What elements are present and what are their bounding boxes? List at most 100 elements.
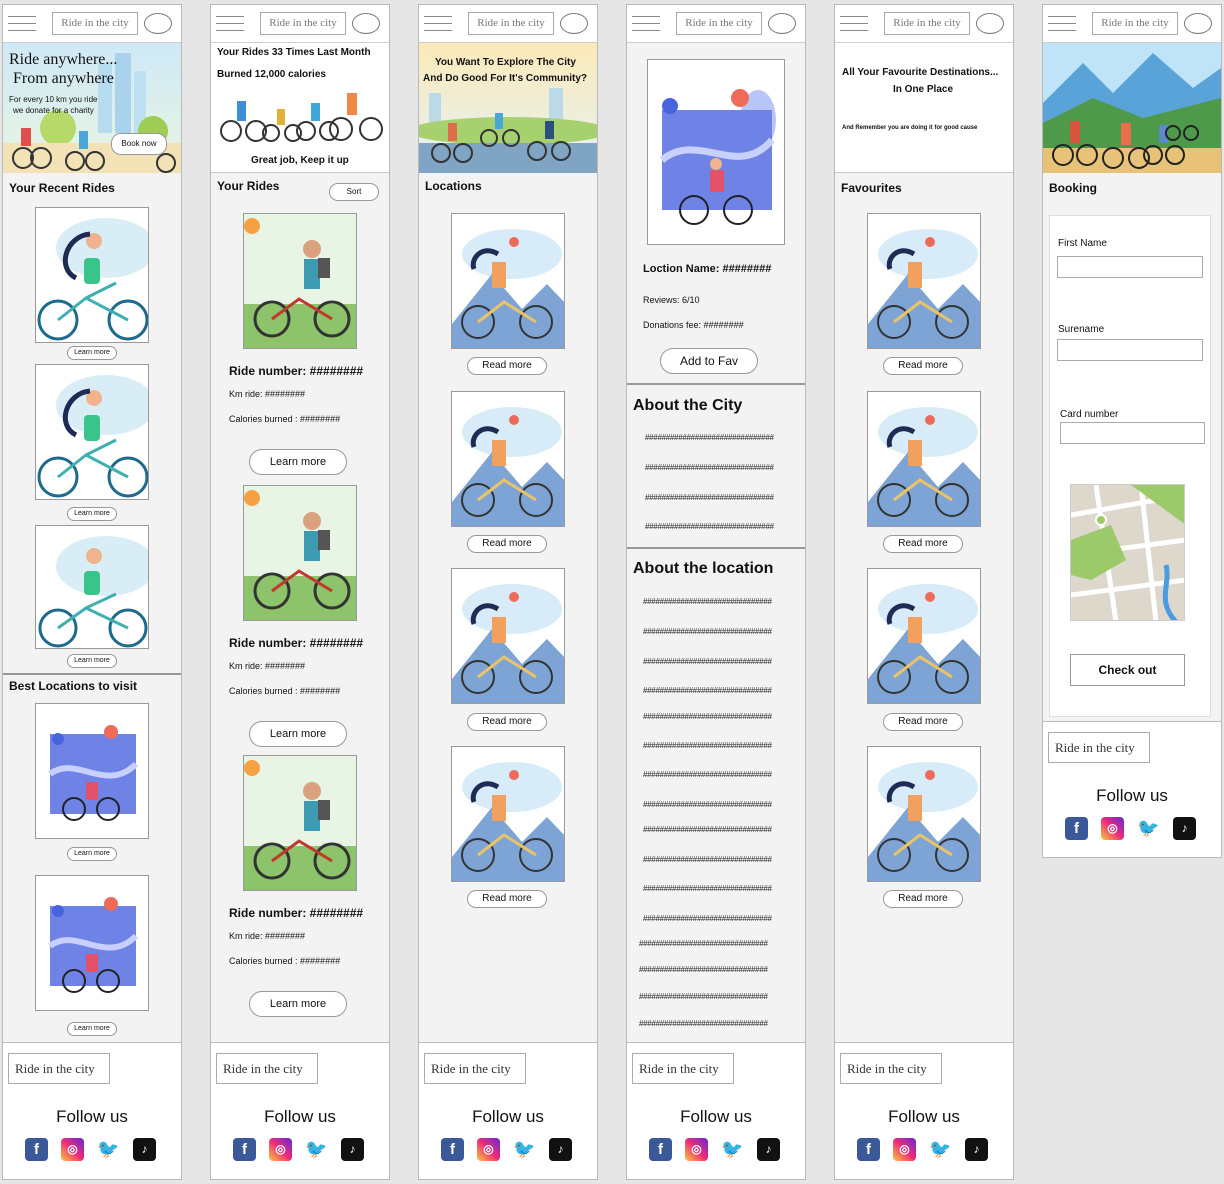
avatar[interactable]	[560, 13, 588, 34]
facebook-icon[interactable]: f	[1065, 817, 1088, 840]
sort-button[interactable]: Sort	[329, 183, 379, 201]
read-more-button[interactable]: Read more	[883, 890, 963, 908]
learn-more-button[interactable]: Learn more	[67, 1022, 117, 1036]
about-location-text: ###############################	[643, 627, 772, 636]
menu-icon[interactable]	[216, 16, 244, 31]
ride-image	[243, 213, 357, 349]
book-now-button[interactable]: Book now	[111, 133, 167, 155]
twitter-icon[interactable]: 🐦	[513, 1138, 536, 1161]
ride-number: Ride number: ########	[229, 906, 364, 920]
hero-subtitle-2: we donate for a charity	[13, 106, 94, 115]
facebook-icon[interactable]: f	[233, 1138, 256, 1161]
nav-brand[interactable]: Ride in the city	[676, 12, 762, 35]
nav-brand[interactable]: Ride in the city	[260, 12, 346, 35]
surname-label: Surename	[1058, 324, 1105, 335]
footer-brand[interactable]: Ride in the city	[840, 1053, 942, 1084]
surname-input[interactable]	[1057, 339, 1203, 361]
tiktok-icon[interactable]: ♪	[757, 1138, 780, 1161]
about-city-title: About the City	[633, 397, 743, 414]
tiktok-icon[interactable]: ♪	[549, 1138, 572, 1161]
learn-more-button[interactable]: Learn more	[67, 507, 117, 521]
footer-brand[interactable]: Ride in the city	[8, 1053, 110, 1084]
tiktok-icon[interactable]: ♪	[1173, 817, 1196, 840]
screen-location-detail: Ride in the city Loction Name: ######## …	[626, 4, 806, 1180]
first-name-input[interactable]	[1057, 256, 1203, 278]
learn-more-button[interactable]: Learn more	[67, 346, 117, 360]
tiktok-icon[interactable]: ♪	[965, 1138, 988, 1161]
mountain-cyclists-illustration	[1043, 53, 1221, 173]
facebook-icon[interactable]: f	[25, 1138, 48, 1161]
footer: Ride in the city Follow us f ◎ 🐦 ♪	[419, 1042, 597, 1179]
screen-booking: Ride in the city Booking First Name Sure…	[1042, 4, 1222, 858]
instagram-icon[interactable]: ◎	[269, 1138, 292, 1161]
nav-brand[interactable]: Ride in the city	[52, 12, 138, 35]
facebook-icon[interactable]: f	[649, 1138, 672, 1161]
read-more-button[interactable]: Read more	[883, 713, 963, 731]
avatar[interactable]	[768, 13, 796, 34]
ride-image	[243, 755, 357, 891]
footer-brand[interactable]: Ride in the city	[632, 1053, 734, 1084]
navbar: Ride in the city	[419, 5, 597, 43]
checkout-button[interactable]: Check out	[1070, 654, 1185, 686]
favourite-image	[867, 746, 981, 882]
recent-ride-image	[35, 364, 149, 500]
instagram-icon[interactable]: ◎	[61, 1138, 84, 1161]
menu-icon[interactable]	[632, 16, 660, 31]
instagram-icon[interactable]: ◎	[685, 1138, 708, 1161]
read-more-button[interactable]: Read more	[467, 890, 547, 908]
nav-brand[interactable]: Ride in the city	[1092, 12, 1178, 35]
learn-more-button[interactable]: Learn more	[249, 991, 347, 1017]
avatar[interactable]	[144, 13, 172, 34]
social-links: f ◎ 🐦 ♪	[233, 1138, 373, 1162]
about-location-text: ###############################	[643, 741, 772, 750]
map-cyclist-illustration	[48, 897, 139, 993]
read-more-button[interactable]: Read more	[883, 357, 963, 375]
twitter-icon[interactable]: 🐦	[97, 1138, 120, 1161]
nav-brand[interactable]: Ride in the city	[468, 12, 554, 35]
footer-brand[interactable]: Ride in the city	[1048, 732, 1150, 763]
facebook-icon[interactable]: f	[857, 1138, 880, 1161]
read-more-button[interactable]: Read more	[467, 357, 547, 375]
instagram-icon[interactable]: ◎	[893, 1138, 916, 1161]
about-location-text: ###############################	[639, 965, 768, 974]
read-more-button[interactable]: Read more	[467, 713, 547, 731]
menu-icon[interactable]	[840, 16, 868, 31]
add-to-fav-button[interactable]: Add to Fav	[660, 348, 758, 374]
twitter-icon[interactable]: 🐦	[721, 1138, 744, 1161]
facebook-icon[interactable]: f	[441, 1138, 464, 1161]
favourite-image	[867, 568, 981, 704]
learn-more-button[interactable]: Learn more	[249, 449, 347, 475]
avatar[interactable]	[1184, 13, 1212, 34]
nav-brand[interactable]: Ride in the city	[884, 12, 970, 35]
instagram-icon[interactable]: ◎	[1101, 817, 1124, 840]
city-map-icon	[1071, 485, 1184, 620]
instagram-icon[interactable]: ◎	[477, 1138, 500, 1161]
menu-icon[interactable]	[8, 16, 36, 31]
locations-banner-line1: You Want To Explore The City	[435, 57, 576, 68]
follow-us-label: Follow us	[888, 1107, 960, 1126]
twitter-icon[interactable]: 🐦	[929, 1138, 952, 1161]
learn-more-button[interactable]: Learn more	[67, 654, 117, 668]
rides-banner-line1: Your Rides 33 Times Last Month	[217, 47, 371, 58]
avatar[interactable]	[976, 13, 1004, 34]
menu-icon[interactable]	[1048, 16, 1076, 31]
recent-ride-image	[35, 207, 149, 343]
tiktok-icon[interactable]: ♪	[133, 1138, 156, 1161]
card-number-input[interactable]	[1060, 422, 1205, 444]
learn-more-button[interactable]: Learn more	[249, 721, 347, 747]
booking-title: Booking	[1049, 181, 1097, 195]
ride-km: Km ride: ########	[229, 389, 306, 399]
read-more-button[interactable]: Read more	[883, 535, 963, 553]
footer-brand[interactable]: Ride in the city	[216, 1053, 318, 1084]
tiktok-icon[interactable]: ♪	[341, 1138, 364, 1161]
hero-subtitle-1: For every 10 km you ride	[9, 95, 98, 104]
learn-more-button[interactable]: Learn more	[67, 847, 117, 861]
avatar[interactable]	[352, 13, 380, 34]
twitter-icon[interactable]: 🐦	[305, 1138, 328, 1161]
footer-brand[interactable]: Ride in the city	[424, 1053, 526, 1084]
booking-banner	[1043, 43, 1221, 173]
twitter-icon[interactable]: 🐦	[1137, 817, 1160, 840]
location-name: Loction Name: ########	[643, 263, 772, 275]
read-more-button[interactable]: Read more	[467, 535, 547, 553]
menu-icon[interactable]	[424, 16, 452, 31]
